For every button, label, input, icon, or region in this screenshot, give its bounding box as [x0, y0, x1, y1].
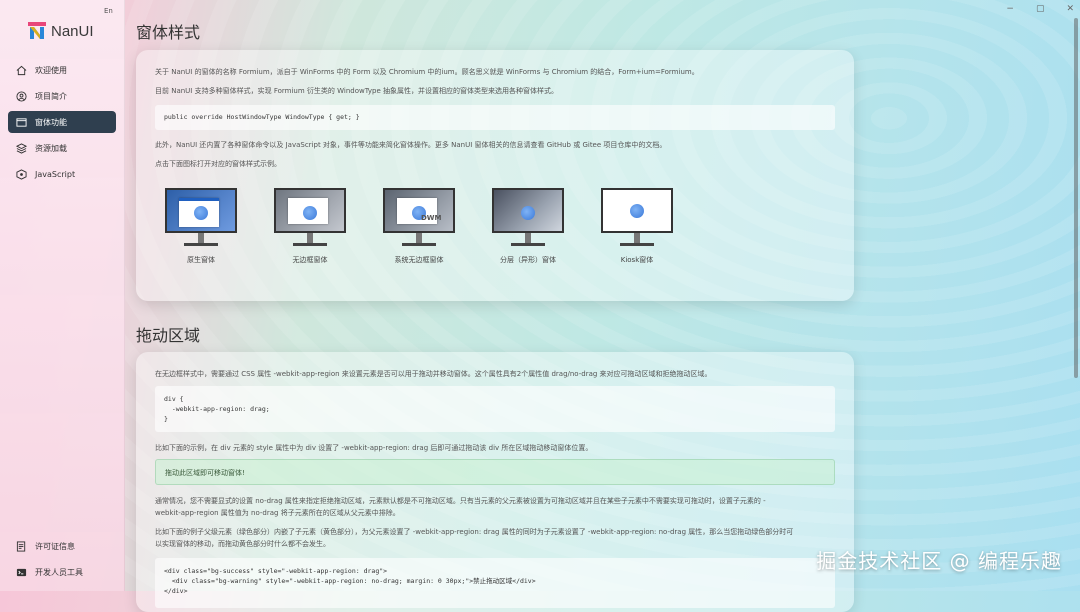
- sidebar-item-welcome[interactable]: 欢迎使用: [8, 59, 116, 81]
- layers-icon: [15, 142, 27, 154]
- code-block: public override HostWindowType WindowTyp…: [155, 105, 835, 130]
- sidebar-item-about[interactable]: 项目简介: [8, 85, 116, 107]
- window-style-label: 系统无边框窗体: [394, 256, 444, 264]
- monitor-base: [402, 243, 436, 246]
- main-content: 窗体样式 关于 NanUI 的窗体的名称 Formium，派自于 WinForm…: [125, 0, 1080, 612]
- paragraph: 比如下面的示例，在 div 元素的 style 属性中为 div 设置了 -we…: [155, 444, 593, 452]
- drag-demo-region[interactable]: 拖动此区域即可移动窗体!: [155, 459, 835, 485]
- sidebar-item-license[interactable]: 许可证信息: [8, 535, 116, 557]
- dwm-badge: DWM: [421, 214, 442, 222]
- paragraph: 通常情况，您不需要显式的设置 no-drag 属性来指定拒绝拖动区域，元素默认都…: [155, 497, 766, 505]
- monitor-stand: [634, 233, 640, 243]
- sidebar-item-label: JavaScript: [35, 169, 76, 179]
- monitor-stand: [525, 233, 531, 243]
- code-line: <div class="bg-warning" style="-webkit-a…: [164, 577, 536, 585]
- code-line: -webkit-app-region: drag;: [164, 405, 270, 413]
- sidebar-item-window[interactable]: 窗体功能: [8, 111, 116, 133]
- globe-icon: [194, 206, 208, 220]
- paragraph: 以实现窗体的移动，而拖动黄色部分时什么都不会发生。: [155, 540, 330, 548]
- about-icon: [15, 90, 27, 102]
- globe-icon: [521, 206, 535, 220]
- paragraph: 目前 NanUI 支持多种窗体样式，实现 Formium 衍生类的 Window…: [155, 87, 559, 95]
- sidebar-nav: 欢迎使用 项目简介 窗体功能 资源加载 JavaScript: [8, 59, 116, 189]
- sidebar: En NanUI 欢迎使用 项目简介 窗体功能 资源加载 JavaScript …: [0, 0, 125, 591]
- home-icon: [15, 64, 27, 76]
- paragraph: webkit-app-region 属性值为 no-drag 将子元素所在的区域…: [155, 509, 400, 517]
- window-icon: [15, 116, 27, 128]
- sidebar-item-label: 许可证信息: [35, 541, 75, 551]
- paragraph: 比如下面的例子父级元素（绿色部分）内嵌了子元素（黄色部分），为父元素设置了 -w…: [155, 528, 794, 536]
- window-style-system-borderless[interactable]: DWM 系统无边框窗体: [383, 188, 455, 265]
- js-icon: [15, 168, 27, 180]
- sidebar-item-devtools[interactable]: 开发人员工具: [8, 561, 116, 583]
- devtools-icon: [15, 566, 27, 578]
- nanui-logo-icon: [28, 22, 46, 40]
- monitor-stand: [198, 233, 204, 243]
- globe-icon: [630, 204, 644, 218]
- monitor-screen: [492, 188, 564, 233]
- section-title-window-styles: 窗体样式: [136, 23, 201, 42]
- code-block: <div class="bg-success" style="-webkit-a…: [155, 558, 835, 608]
- window-style-label: Kiosk窗体: [620, 256, 654, 264]
- sidebar-item-label: 开发人员工具: [35, 567, 83, 577]
- sidebar-item-label: 欢迎使用: [35, 65, 67, 75]
- window-style-kiosk[interactable]: Kiosk窗体: [601, 188, 673, 265]
- license-icon: [15, 540, 27, 552]
- code-line: div {: [164, 395, 184, 403]
- app-name: NanUI: [51, 22, 94, 40]
- monitor-stand: [307, 233, 313, 243]
- monitor-screen: [601, 188, 673, 233]
- sidebar-item-javascript[interactable]: JavaScript: [8, 163, 116, 185]
- monitor-screen: [274, 188, 346, 233]
- app-logo: NanUI: [28, 22, 94, 40]
- window-style-borderless[interactable]: 无边框窗体: [274, 188, 346, 265]
- monitor-screen: DWM: [383, 188, 455, 233]
- globe-icon: [303, 206, 317, 220]
- monitor-base: [184, 243, 218, 246]
- sidebar-item-label: 资源加载: [35, 143, 67, 153]
- sidebar-item-label: 项目简介: [35, 91, 67, 101]
- monitor-base: [293, 243, 327, 246]
- language-toggle[interactable]: En: [104, 7, 113, 15]
- window-style-label: 无边框窗体: [292, 256, 328, 264]
- paragraph: 此外，NanUI 还内置了各种窗体命令以及 JavaScript 对象，事件等功…: [155, 141, 667, 149]
- code-line: }: [164, 415, 168, 423]
- code-line: </div>: [164, 587, 188, 595]
- paragraph: 在无边框样式中，需要通过 CSS 属性 -webkit-app-region 来…: [155, 370, 712, 378]
- monitor-base: [511, 243, 545, 246]
- code-line: <div class="bg-success" style="-webkit-a…: [164, 567, 388, 575]
- window-style-layered[interactable]: 分层（异形）窗体: [492, 188, 564, 265]
- monitor-base: [620, 243, 654, 246]
- sidebar-bottom-nav: 许可证信息 开发人员工具: [8, 535, 116, 587]
- watermark: 掘金技术社区 @ 编程乐趣: [816, 549, 1062, 573]
- paragraph: 关于 NanUI 的窗体的名称 Formium，派自于 WinForms 中的 …: [155, 68, 699, 76]
- window-style-native[interactable]: 原生窗体: [165, 188, 237, 265]
- monitor-screen: [165, 188, 237, 233]
- monitor-stand: [416, 233, 422, 243]
- window-style-label: 原生窗体: [187, 256, 215, 264]
- window-style-label: 分层（异形）窗体: [500, 256, 556, 264]
- section-title-drag-region: 拖动区域: [136, 326, 201, 345]
- sidebar-item-label: 窗体功能: [35, 117, 67, 127]
- drag-region-card: 在无边框样式中，需要通过 CSS 属性 -webkit-app-region 来…: [136, 352, 854, 612]
- paragraph: 点击下面图标打开对应的窗体样式示例。: [155, 160, 281, 168]
- code-block: div { -webkit-app-region: drag; }: [155, 386, 835, 432]
- sidebar-item-resources[interactable]: 资源加载: [8, 137, 116, 159]
